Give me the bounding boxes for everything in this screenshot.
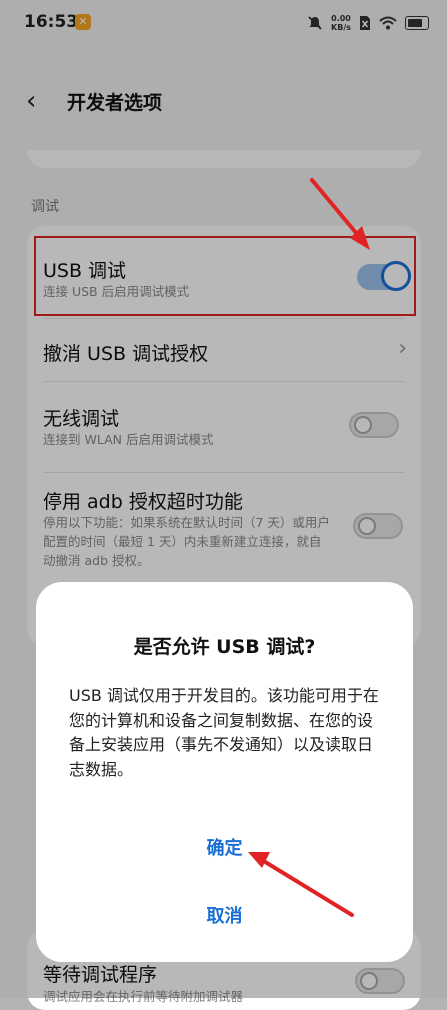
dialog-body: USB 调试仅用于开发目的。该功能可用于在您的计算机和设备之间复制数据、在您的设… [69, 686, 379, 779]
cancel-button[interactable]: 取消 [36, 902, 413, 928]
usb-debug-dialog: 是否允许 USB 调试? USB 调试仅用于开发目的。该功能可用于在您的计算机和… [36, 582, 413, 962]
dialog-title: 是否允许 USB 调试? [133, 636, 316, 658]
confirm-button[interactable]: 确定 [36, 834, 413, 860]
